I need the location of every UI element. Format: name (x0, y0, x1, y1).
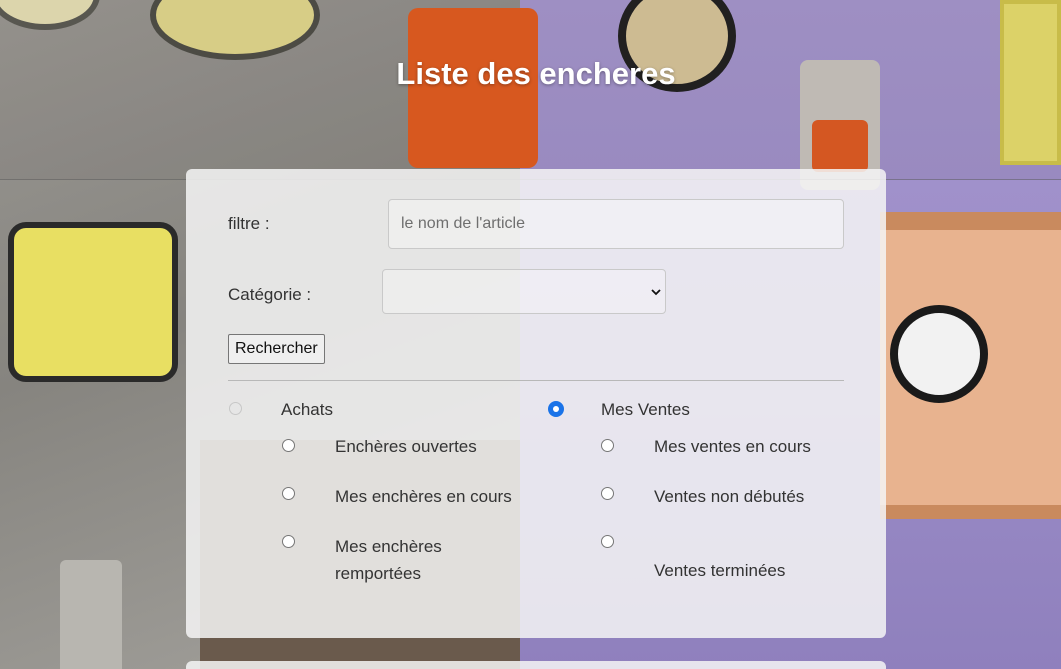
ventes-non-debutes-label: Ventes non débutés (654, 487, 805, 506)
achats-radio[interactable] (229, 402, 242, 415)
mes-encheres-en-cours-radio[interactable] (282, 487, 295, 500)
category-select[interactable] (382, 269, 666, 314)
divider (228, 380, 844, 381)
ventes-terminees-label: Ventes terminées (654, 561, 786, 580)
mes-encheres-remportees-radio[interactable] (282, 535, 295, 548)
wall-clock (890, 305, 988, 403)
mes-ventes-en-cours-label: Mes ventes en cours (654, 437, 811, 456)
shelf-top (880, 212, 1061, 230)
ventes-non-debutes-radio[interactable] (601, 487, 614, 500)
results-panel (186, 661, 886, 669)
mes-ventes-radio[interactable] (548, 401, 564, 417)
chevron-down-icon (651, 283, 661, 299)
shelf-bottom (880, 505, 1061, 519)
encheres-ouvertes-label: Enchères ouvertes (335, 437, 477, 456)
encheres-ouvertes-radio[interactable] (282, 439, 295, 452)
page-title: Liste des encheres (396, 56, 676, 91)
mes-ventes-en-cours-radio[interactable] (601, 439, 614, 452)
mes-ventes-label: Mes Ventes (601, 400, 690, 419)
mes-encheres-en-cours-label: Mes enchères en cours (335, 487, 512, 506)
filter-input[interactable] (388, 199, 844, 249)
ventes-terminees-radio[interactable] (601, 535, 614, 548)
filter-label: filtre : (228, 214, 270, 233)
yellow-mold (8, 222, 178, 382)
search-button[interactable]: Rechercher (228, 334, 325, 364)
grater (60, 560, 122, 669)
mes-encheres-remportees-label: Mes enchères remportées (335, 537, 442, 583)
achats-label: Achats (281, 400, 333, 419)
category-label: Catégorie : (228, 285, 312, 304)
search-panel: filtre : Catégorie : Rechercher Achats E… (186, 169, 886, 638)
